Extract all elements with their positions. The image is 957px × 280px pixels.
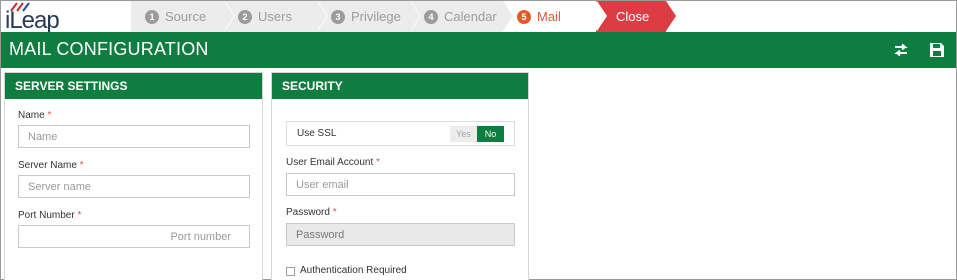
- port-number-input[interactable]: Port number: [18, 225, 250, 248]
- authentication-required-label: Authentication Required: [300, 265, 407, 276]
- step-number: 1: [145, 9, 159, 24]
- page-title: MAIL CONFIGURATION: [9, 39, 209, 59]
- page-header: MAIL CONFIGURATION: [1, 32, 956, 68]
- step-number: 5: [517, 9, 531, 24]
- wizard-step-source[interactable]: 1 Source: [131, 1, 235, 32]
- password-input[interactable]: Password: [286, 223, 515, 246]
- step-label: Privilege: [351, 9, 401, 24]
- authentication-required-checkbox[interactable]: [286, 267, 295, 276]
- use-ssl-label: Use SSL: [297, 128, 337, 139]
- swap-icon[interactable]: [892, 41, 910, 59]
- server-settings-panel: SERVER SETTINGS Name * Name Server Name …: [4, 72, 263, 280]
- logo-text: iLeap: [5, 7, 60, 34]
- wizard-step-mail[interactable]: 5 Mail: [503, 1, 607, 32]
- close-label: Close: [616, 9, 650, 24]
- port-number-label: Port Number *: [18, 210, 82, 221]
- step-label: Calendar: [444, 9, 497, 24]
- ssl-yes-option[interactable]: Yes: [450, 126, 477, 142]
- wizard-step-calendar[interactable]: 4 Calendar: [410, 1, 514, 32]
- server-name-label: Server Name *: [18, 160, 84, 171]
- user-email-input[interactable]: User email: [286, 173, 515, 196]
- panel-title: SECURITY: [272, 73, 528, 99]
- use-ssl-toggle[interactable]: Yes No: [450, 126, 504, 142]
- save-icon[interactable]: [928, 41, 946, 59]
- wizard-step-users[interactable]: 2 Users: [224, 1, 328, 32]
- step-label: Mail: [537, 9, 561, 24]
- wizard-steps: 1 Source 2 Users 3 Privilege 4 Calendar …: [131, 1, 676, 32]
- step-number: 4: [424, 9, 438, 24]
- panel-title: SERVER SETTINGS: [5, 73, 262, 99]
- name-label: Name *: [18, 110, 52, 121]
- user-email-label: User Email Account *: [286, 157, 380, 168]
- security-panel: SECURITY Use SSL Yes No User Email Accou…: [271, 72, 529, 280]
- use-ssl-row: Use SSL Yes No: [286, 121, 515, 146]
- step-number: 3: [331, 9, 345, 24]
- step-label: Source: [165, 9, 207, 24]
- ileap-logo: iLeap: [5, 1, 61, 34]
- step-number: 2: [238, 9, 252, 24]
- wizard-step-privilege[interactable]: 3 Privilege: [317, 1, 421, 32]
- password-label: Password *: [286, 207, 337, 218]
- server-name-input[interactable]: Server name: [18, 175, 250, 198]
- step-label: Users: [258, 9, 292, 24]
- top-bar: iLeap 1 Source 2 Users 3 Privilege 4 Cal…: [1, 1, 956, 34]
- ssl-no-option[interactable]: No: [477, 126, 504, 142]
- name-input[interactable]: Name: [18, 125, 250, 148]
